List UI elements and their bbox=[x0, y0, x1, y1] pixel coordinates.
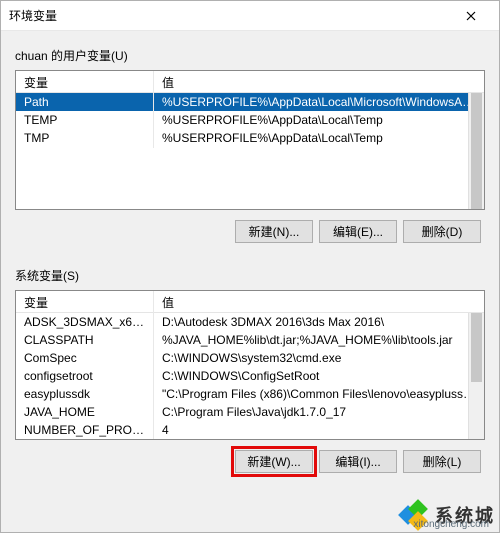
column-header-value[interactable]: 值 bbox=[154, 71, 484, 92]
system-list-header: 变量 值 bbox=[16, 291, 484, 313]
table-row[interactable]: Path%USERPROFILE%\AppData\Local\Microsof… bbox=[16, 93, 484, 111]
cell-name: easyplussdk bbox=[16, 384, 154, 404]
cell-name: configsetroot bbox=[16, 366, 154, 386]
system-vars-label: 系统变量(S) bbox=[15, 267, 485, 284]
content-area: chuan 的用户变量(U) 变量 值 Path%USERPROFILE%\Ap… bbox=[1, 31, 499, 491]
cell-name: Path bbox=[16, 92, 154, 112]
system-delete-button[interactable]: 删除(L) bbox=[403, 450, 481, 473]
cell-name: CLASSPATH bbox=[16, 330, 154, 350]
system-new-button[interactable]: 新建(W)... bbox=[235, 450, 313, 473]
cell-name: NUMBER_OF_PROCESSORS bbox=[16, 420, 154, 440]
table-row[interactable]: TEMP%USERPROFILE%\AppData\Local\Temp bbox=[16, 111, 484, 129]
window-title: 环境变量 bbox=[9, 7, 451, 24]
table-row[interactable]: NUMBER_OF_PROCESSORS4 bbox=[16, 421, 484, 439]
table-row[interactable]: TMP%USERPROFILE%\AppData\Local\Temp bbox=[16, 129, 484, 147]
close-icon bbox=[466, 11, 476, 21]
system-buttons-row: 新建(W)... 编辑(I)... 删除(L) bbox=[15, 450, 481, 473]
cell-name: ComSpec bbox=[16, 348, 154, 368]
dialog-footer: 确定 取消 系统城 xitongcheng.com bbox=[1, 491, 499, 532]
cell-value: C:\Program Files\Java\jdk1.7.0_17 bbox=[154, 402, 484, 422]
column-header-value[interactable]: 值 bbox=[154, 291, 484, 312]
column-header-name[interactable]: 变量 bbox=[16, 291, 154, 312]
cell-value: D:\Autodesk 3DMAX 2016\3ds Max 2016\ bbox=[154, 312, 484, 332]
table-row[interactable]: configsetrootC:\WINDOWS\ConfigSetRoot bbox=[16, 367, 484, 385]
cell-value: %USERPROFILE%\AppData\Local\Temp bbox=[154, 110, 484, 130]
cell-value: C:\WINDOWS\ConfigSetRoot bbox=[154, 366, 484, 386]
user-scrollbar[interactable] bbox=[468, 93, 484, 209]
system-vars-list[interactable]: 变量 值 ADSK_3DSMAX_x64_2016D:\Autodesk 3DM… bbox=[15, 290, 485, 440]
cell-value: C:\WINDOWS\system32\cmd.exe bbox=[154, 348, 484, 368]
watermark-url: xitongcheng.com bbox=[413, 519, 489, 530]
cell-value: %JAVA_HOME%lib\dt.jar;%JAVA_HOME%\lib\to… bbox=[154, 330, 484, 350]
cell-name: TEMP bbox=[16, 110, 154, 130]
user-list-header: 变量 值 bbox=[16, 71, 484, 93]
user-rows-body: Path%USERPROFILE%\AppData\Local\Microsof… bbox=[16, 93, 484, 147]
titlebar: 环境变量 bbox=[1, 1, 499, 31]
env-vars-window: 环境变量 chuan 的用户变量(U) 变量 值 Path%USERPROFIL… bbox=[0, 0, 500, 533]
table-row[interactable]: CLASSPATH%JAVA_HOME%lib\dt.jar;%JAVA_HOM… bbox=[16, 331, 484, 349]
cell-name: TMP bbox=[16, 128, 154, 148]
cell-value: 4 bbox=[154, 420, 484, 440]
user-edit-button[interactable]: 编辑(E)... bbox=[319, 220, 397, 243]
system-edit-button[interactable]: 编辑(I)... bbox=[319, 450, 397, 473]
user-vars-list[interactable]: 变量 值 Path%USERPROFILE%\AppData\Local\Mic… bbox=[15, 70, 485, 210]
cell-name: ADSK_3DSMAX_x64_2016 bbox=[16, 312, 154, 332]
user-delete-button[interactable]: 删除(D) bbox=[403, 220, 481, 243]
user-vars-label: chuan 的用户变量(U) bbox=[15, 47, 485, 64]
system-rows-body: ADSK_3DSMAX_x64_2016D:\Autodesk 3DMAX 20… bbox=[16, 313, 484, 439]
close-button[interactable] bbox=[451, 1, 491, 31]
scroll-thumb[interactable] bbox=[471, 313, 482, 382]
table-row[interactable]: JAVA_HOMEC:\Program Files\Java\jdk1.7.0_… bbox=[16, 403, 484, 421]
cell-value: %USERPROFILE%\AppData\Local\Microsoft\Wi… bbox=[154, 92, 484, 112]
cell-value: %USERPROFILE%\AppData\Local\Temp bbox=[154, 128, 484, 148]
user-new-button[interactable]: 新建(N)... bbox=[235, 220, 313, 243]
system-scrollbar[interactable] bbox=[468, 313, 484, 439]
cell-value: "C:\Program Files (x86)\Common Files\len… bbox=[154, 384, 484, 404]
table-row[interactable]: ComSpecC:\WINDOWS\system32\cmd.exe bbox=[16, 349, 484, 367]
table-row[interactable]: ADSK_3DSMAX_x64_2016D:\Autodesk 3DMAX 20… bbox=[16, 313, 484, 331]
cell-name: JAVA_HOME bbox=[16, 402, 154, 422]
table-row[interactable]: easyplussdk"C:\Program Files (x86)\Commo… bbox=[16, 385, 484, 403]
column-header-name[interactable]: 变量 bbox=[16, 71, 154, 92]
user-buttons-row: 新建(N)... 编辑(E)... 删除(D) bbox=[15, 220, 481, 243]
scroll-thumb[interactable] bbox=[471, 93, 482, 209]
